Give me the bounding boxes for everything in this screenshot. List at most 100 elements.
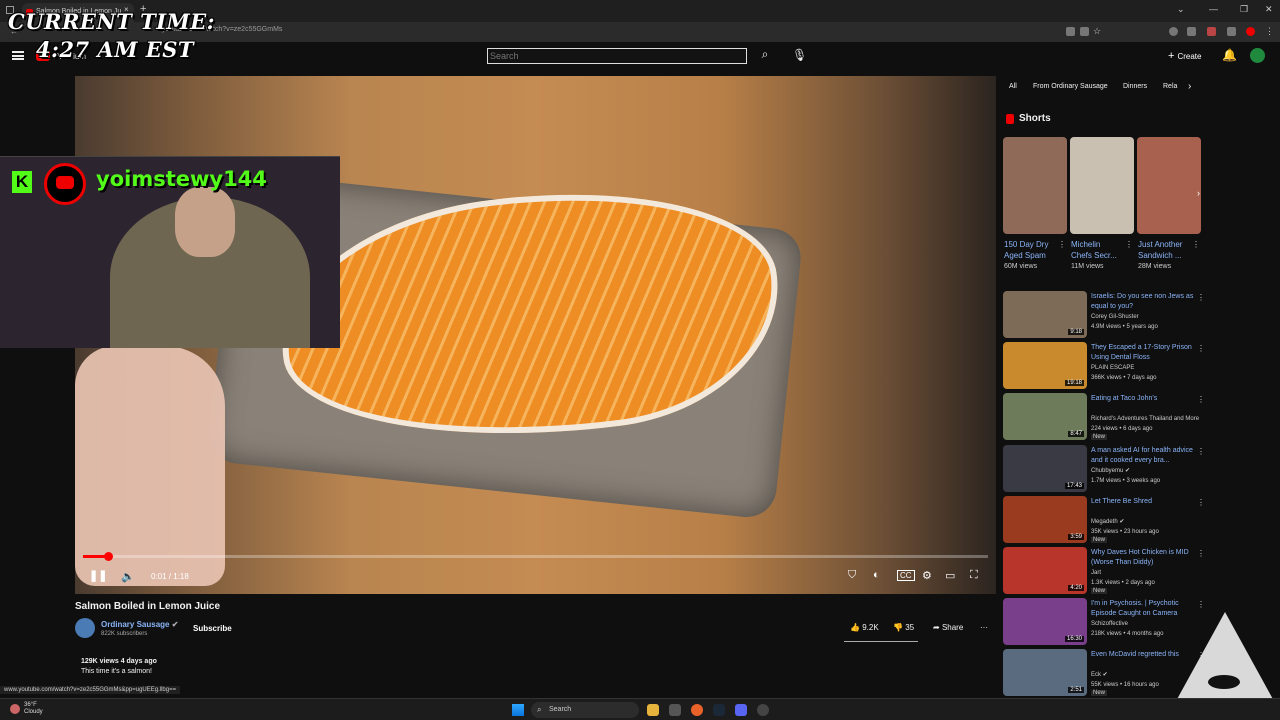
chevron-right-icon[interactable]: ›	[1188, 81, 1191, 92]
recommendation-title[interactable]: Israelis: Do you see non Jews as equal t…	[1091, 292, 1199, 312]
recommendation-title[interactable]: Let There Be Shred	[1091, 497, 1199, 507]
extension-icon[interactable]	[1169, 27, 1178, 36]
discord-icon[interactable]	[735, 704, 747, 716]
pause-button[interactable]: ❚❚	[89, 569, 107, 582]
video-frame-hand	[75, 346, 225, 586]
dislike-count: 35	[905, 623, 915, 632]
short-title[interactable]: Just Another Sandwich ...	[1138, 239, 1188, 261]
short-menu-icon[interactable]: ⋮	[1125, 240, 1133, 249]
maximize-button[interactable]: ❐	[1240, 4, 1248, 15]
account-avatar[interactable]	[1250, 48, 1265, 63]
browser-menu-icon[interactable]: ⋮	[1265, 26, 1274, 37]
bookmark-star-icon[interactable]: ☆	[1093, 26, 1101, 37]
recommendation-thumbnail[interactable]: 8:47	[1003, 393, 1087, 440]
recommendation-meta: 1.7M views • 3 weeks ago	[1091, 478, 1161, 484]
windows-start-icon[interactable]	[512, 704, 524, 716]
share-button[interactable]: ➦ Share	[933, 623, 963, 632]
microphone-icon[interactable]: 🎙	[792, 48, 807, 64]
extension-icon[interactable]	[1066, 27, 1075, 36]
extension-icon[interactable]	[1227, 27, 1236, 36]
like-button[interactable]: 👍 9.2K	[850, 623, 879, 632]
recommendation-menu-icon[interactable]: ⋮	[1197, 395, 1205, 404]
chip-dinners[interactable]: Dinners	[1123, 83, 1147, 90]
more-actions-button[interactable]: ···	[980, 623, 988, 632]
profile-icon[interactable]	[1246, 27, 1255, 36]
recommendation-menu-icon[interactable]: ⋮	[1197, 549, 1205, 558]
recommendation-title[interactable]: Why Daves Hot Chicken is MID (Worse Than…	[1091, 548, 1199, 568]
taskbar-search-label: Search	[549, 706, 572, 713]
file-explorer-icon[interactable]	[647, 704, 659, 716]
channel-avatar[interactable]	[75, 618, 95, 638]
recommendation-thumbnail[interactable]: 9:18	[1003, 291, 1087, 338]
progress-bar[interactable]	[83, 555, 988, 558]
taskbar-search[interactable]: ⌕ Search	[531, 702, 639, 718]
create-button[interactable]: + Create	[1168, 50, 1201, 62]
recommendation-channel[interactable]: Richard's Adventures Thailand and More	[1091, 414, 1199, 424]
close-window-button[interactable]: ✕	[1265, 4, 1273, 15]
recommendation-thumbnail[interactable]: 4:20	[1003, 547, 1087, 594]
recommendation-menu-icon[interactable]: ⋮	[1197, 344, 1205, 353]
short-menu-icon[interactable]: ⋮	[1058, 240, 1066, 249]
short-thumbnail[interactable]	[1003, 137, 1067, 234]
status-bar-url: www.youtube.com/watch?v=ze2c55GGmMs&pp=u…	[0, 686, 181, 694]
short-title[interactable]: Michelin Chefs Secr...	[1071, 239, 1121, 261]
short-title[interactable]: 150 Day Dry Aged Spam	[1004, 239, 1054, 261]
short-menu-icon[interactable]: ⋮	[1192, 240, 1200, 249]
steam-icon[interactable]	[713, 704, 725, 716]
new-badge: New	[1091, 537, 1108, 543]
progress-scrubber[interactable]	[104, 552, 113, 561]
channel-name-link[interactable]: Ordinary Sausage ✔	[101, 620, 178, 629]
extension-icon[interactable]	[1080, 27, 1089, 36]
recommendation-channel[interactable]: PLAIN ESCAPE	[1091, 363, 1134, 373]
share-icon: ➦	[933, 623, 940, 632]
minimize-button[interactable]: —	[1209, 4, 1218, 14]
weather-icon[interactable]	[10, 704, 20, 714]
autoplay-toggle[interactable]: ◐	[873, 569, 880, 581]
recommendation-thumbnail[interactable]: 17:43	[1003, 445, 1087, 492]
search-icon: ⌕	[537, 705, 542, 714]
shorts-next-icon[interactable]: ›	[1197, 188, 1200, 198]
dislike-button[interactable]: 👎 35	[893, 623, 914, 632]
video-description[interactable]: This time it's a salmon!	[81, 668, 152, 675]
search-icon[interactable]: ⌕	[756, 47, 774, 65]
recommendation-thumbnail[interactable]: 16:30	[1003, 598, 1087, 645]
app-icon[interactable]	[669, 704, 681, 716]
settings-gear-icon[interactable]: ⚙	[922, 569, 932, 582]
search-input[interactable]	[487, 48, 747, 64]
captions-button[interactable]: CC	[897, 570, 915, 581]
recommendation-thumbnail[interactable]: 19:18	[1003, 342, 1087, 389]
recommendation-channel[interactable]: Jart	[1091, 568, 1101, 578]
chip-all[interactable]: All	[1009, 83, 1017, 90]
recommendation-menu-icon[interactable]: ⋮	[1197, 447, 1205, 456]
recommendation-menu-icon[interactable]: ⋮	[1197, 600, 1205, 609]
recommendation-menu-icon[interactable]: ⋮	[1197, 498, 1205, 507]
extension-icon[interactable]	[1207, 27, 1216, 36]
obs-icon[interactable]	[757, 704, 769, 716]
youtube-play-icon	[56, 176, 74, 189]
recommendation-thumbnail[interactable]: 3:59	[1003, 496, 1087, 543]
recommendation-channel[interactable]: Chubbyemu ✔	[1091, 466, 1130, 476]
tab-search-icon[interactable]: ⌄	[1177, 4, 1185, 15]
firefox-icon[interactable]	[691, 704, 703, 716]
recommendation-channel[interactable]: Megadeth ✔	[1091, 517, 1124, 527]
chip-from-channel[interactable]: From Ordinary Sausage	[1033, 83, 1108, 90]
recommendation-title[interactable]: A man asked AI for health advice and it …	[1091, 446, 1199, 466]
recommendation-title[interactable]: Eating at Taco John's	[1091, 394, 1199, 404]
recommendation-channel[interactable]: Schizoffective	[1091, 619, 1128, 629]
recommendation-title[interactable]: They Escaped a 17-Story Prison Using Den…	[1091, 343, 1199, 363]
short-thumbnail[interactable]	[1137, 137, 1201, 234]
notifications-bell-icon[interactable]: 🔔	[1222, 48, 1237, 62]
subscribe-button[interactable]: Subscribe	[193, 624, 232, 633]
volume-icon[interactable]: 🔈	[121, 570, 135, 583]
extension-icon[interactable]	[1187, 27, 1196, 36]
fullscreen-icon[interactable]: ⛶	[970, 569, 978, 582]
chip-related[interactable]: Rela	[1163, 83, 1177, 90]
recommendation-thumbnail[interactable]: 2:51	[1003, 649, 1087, 696]
recommendation-menu-icon[interactable]: ⋮	[1197, 293, 1205, 302]
recommendation-channel[interactable]: Eck ✔	[1091, 670, 1108, 680]
recommendation-channel[interactable]: Corey Gil-Shuster	[1091, 312, 1139, 322]
shield-icon[interactable]: ⛉	[848, 569, 856, 582]
miniplayer-icon[interactable]: ▭	[945, 569, 955, 582]
weather-widget[interactable]: 36°F Cloudy	[24, 702, 43, 716]
short-thumbnail[interactable]	[1070, 137, 1134, 234]
